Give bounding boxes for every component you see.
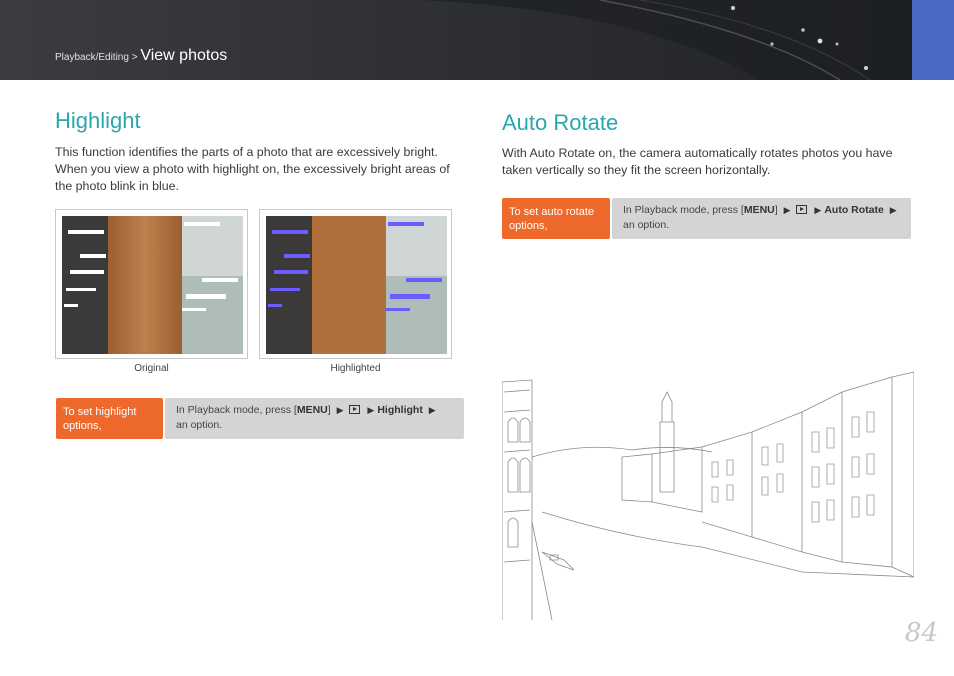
- breadcrumb-parent[interactable]: Playback/Editing: [55, 52, 129, 63]
- arrow-icon: ▶: [336, 405, 344, 415]
- breadcrumb-separator: >: [128, 52, 141, 63]
- step-text: In Playback mode, press [: [623, 204, 744, 216]
- auto-rotate-step-label: To set auto rotate options,: [502, 198, 610, 239]
- breadcrumb: Playback/Editing > View photos: [55, 47, 227, 65]
- caption-highlighted: Highlighted: [330, 363, 381, 374]
- step-text-bracket: ]: [327, 404, 331, 416]
- playback-settings-icon: [795, 205, 807, 214]
- highlighted-photo: [259, 209, 452, 359]
- highlight-step-instructions: In Playback mode, press [MENU] ▶ ▶ Highli…: [165, 398, 464, 439]
- auto-rotate-description: With Auto Rotate on, the camera automati…: [502, 146, 893, 177]
- option-highlight: Highlight: [377, 404, 423, 416]
- highlight-description: This function identifies the parts of a …: [55, 145, 450, 193]
- step-text-suffix: an option.: [623, 219, 670, 231]
- highlight-step: To set highlight options, In Playback mo…: [56, 398, 464, 439]
- arrow-icon: ▶: [814, 205, 822, 215]
- page-header: Playback/Editing > View photos: [0, 0, 954, 80]
- header-tab: [912, 0, 954, 80]
- venice-sketch-illustration: [502, 371, 914, 620]
- step-text-suffix: an option.: [176, 419, 223, 431]
- step-text-bracket: ]: [774, 204, 778, 216]
- option-auto-rotate: Auto Rotate: [824, 204, 884, 216]
- auto-rotate-title: Auto Rotate: [502, 110, 619, 135]
- menu-key: MENU: [743, 204, 775, 216]
- highlight-title: Highlight: [55, 108, 141, 133]
- highlight-step-label: To set highlight options,: [56, 398, 163, 439]
- office-photo-original: [62, 216, 243, 354]
- playback-settings-icon: [348, 405, 360, 414]
- original-photo: [55, 209, 248, 359]
- arrow-icon: ▶: [367, 405, 375, 415]
- arrow-icon: ▶: [428, 405, 436, 415]
- office-photo-highlighted: [266, 216, 447, 354]
- arrow-icon: ▶: [783, 205, 791, 215]
- auto-rotate-step: To set auto rotate options, In Playback …: [502, 198, 911, 239]
- step-text: In Playback mode, press [: [176, 404, 297, 416]
- arrow-icon: ▶: [889, 205, 897, 215]
- breadcrumb-current: View photos: [140, 47, 228, 64]
- page-number: 84: [904, 618, 938, 648]
- menu-key: MENU: [296, 404, 328, 416]
- auto-rotate-step-instructions: In Playback mode, press [MENU] ▶ ▶ Auto R…: [612, 198, 911, 239]
- header-swoosh-decoration: [420, 0, 912, 80]
- caption-original: Original: [134, 363, 169, 374]
